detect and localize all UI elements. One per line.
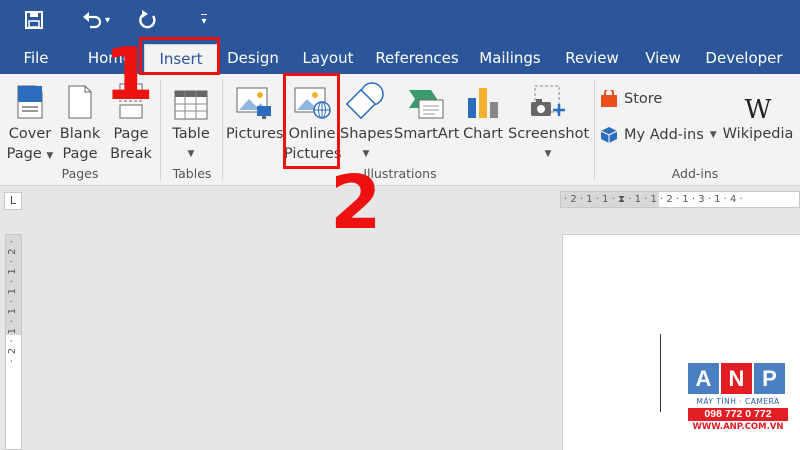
table-button[interactable]: Table ▼ bbox=[168, 78, 214, 164]
tab-selector[interactable]: L bbox=[4, 192, 22, 210]
pictures-button[interactable]: Pictures bbox=[226, 78, 283, 144]
smartart-button[interactable]: SmartArt bbox=[394, 78, 459, 144]
customize-caret-icon: ▾ bbox=[201, 13, 207, 27]
horizontal-ruler[interactable]: · 2 · 1 · 1 · ⧗ · 1 · 1 · 2 · 1 · 3 · 1 … bbox=[560, 191, 800, 208]
my-addins-button[interactable]: My Add-ins ▼ bbox=[600, 126, 717, 144]
vertical-ruler[interactable]: · 2 · 1 · 1 · 1 · 1 · 2 · bbox=[5, 234, 22, 450]
chart-icon bbox=[468, 88, 498, 118]
save-icon bbox=[25, 11, 43, 29]
undo-icon bbox=[82, 12, 102, 29]
cover-page-button[interactable]: Cover Page ▼ bbox=[6, 78, 54, 166]
anp-logo: A N P MÁY TÍNH · CAMERA 098 772 0 772 WW… bbox=[688, 363, 788, 441]
store-icon bbox=[601, 90, 617, 107]
my-addins-caret-icon: ▼ bbox=[709, 130, 717, 140]
chart-button[interactable]: Chart bbox=[460, 78, 506, 144]
store-button[interactable]: Store bbox=[600, 90, 662, 108]
pictures-icon bbox=[236, 87, 271, 119]
save-button[interactable] bbox=[22, 8, 46, 32]
customize-qat-button[interactable]: ▾ bbox=[196, 8, 212, 32]
horizontal-ruler-marks: · 2 · 1 · 1 · ⧗ · 1 · 1 · 2 · 1 · 3 · 1 … bbox=[564, 194, 743, 205]
undo-dropdown-caret[interactable]: ▾ bbox=[105, 15, 110, 26]
shapes-button[interactable]: Shapes ▼ bbox=[340, 78, 393, 164]
group-label-tables: Tables bbox=[172, 166, 212, 181]
separator bbox=[594, 80, 595, 180]
table-icon bbox=[174, 90, 208, 120]
tab-layout[interactable]: Layout bbox=[298, 44, 358, 74]
my-addins-icon bbox=[600, 127, 618, 143]
redo-icon bbox=[139, 10, 156, 29]
screenshot-icon bbox=[531, 85, 565, 116]
group-label-addins: Add-ins bbox=[671, 166, 719, 181]
tab-developer[interactable]: Developer bbox=[700, 44, 788, 74]
tab-review[interactable]: Review bbox=[560, 44, 624, 74]
tab-design[interactable]: Design bbox=[222, 44, 284, 74]
screenshot-button[interactable]: Screenshot ▼ bbox=[508, 78, 589, 164]
blank-page-button[interactable]: Blank Page bbox=[58, 78, 102, 164]
tab-file[interactable]: File bbox=[14, 44, 58, 74]
separator bbox=[222, 80, 223, 180]
group-label-pages: Pages bbox=[61, 166, 99, 181]
tab-mailings[interactable]: Mailings bbox=[474, 44, 546, 74]
cover-page-caret-icon: ▼ bbox=[46, 151, 54, 161]
separator bbox=[160, 80, 161, 180]
logo-tagline: MÁY TÍNH · CAMERA bbox=[696, 397, 780, 406]
tab-references[interactable]: References bbox=[372, 44, 462, 74]
highlight-online-pictures bbox=[283, 73, 340, 169]
vertical-ruler-marks: · 2 · 1 · 1 · 1 · 1 · 2 · bbox=[7, 239, 18, 363]
wikipedia-button[interactable]: W Wikipedia bbox=[718, 78, 798, 144]
logo-letter-a: A bbox=[688, 363, 719, 394]
redo-button[interactable] bbox=[136, 8, 160, 32]
screenshot-caret-icon: ▼ bbox=[544, 149, 552, 159]
logo-letter-p: P bbox=[754, 363, 785, 394]
my-addins-label: My Add-ins bbox=[624, 127, 704, 143]
tab-view[interactable]: View bbox=[640, 44, 686, 74]
logo-phone: 098 772 0 772 bbox=[688, 408, 788, 421]
table-caret-icon: ▼ bbox=[187, 149, 195, 159]
logo-website: WWW.ANP.COM.VN bbox=[692, 422, 784, 432]
cover-page-icon bbox=[17, 85, 43, 119]
smartart-icon bbox=[409, 90, 444, 119]
step-number-1: 1 bbox=[104, 32, 155, 116]
text-cursor bbox=[660, 334, 661, 412]
wikipedia-icon: W bbox=[744, 95, 772, 125]
store-label: Store bbox=[624, 91, 663, 107]
blank-page-icon bbox=[68, 85, 92, 119]
step-number-2: 2 bbox=[330, 160, 382, 246]
undo-button[interactable]: ▾ bbox=[76, 8, 116, 32]
shapes-icon bbox=[346, 82, 384, 120]
logo-letter-n: N bbox=[721, 363, 752, 394]
